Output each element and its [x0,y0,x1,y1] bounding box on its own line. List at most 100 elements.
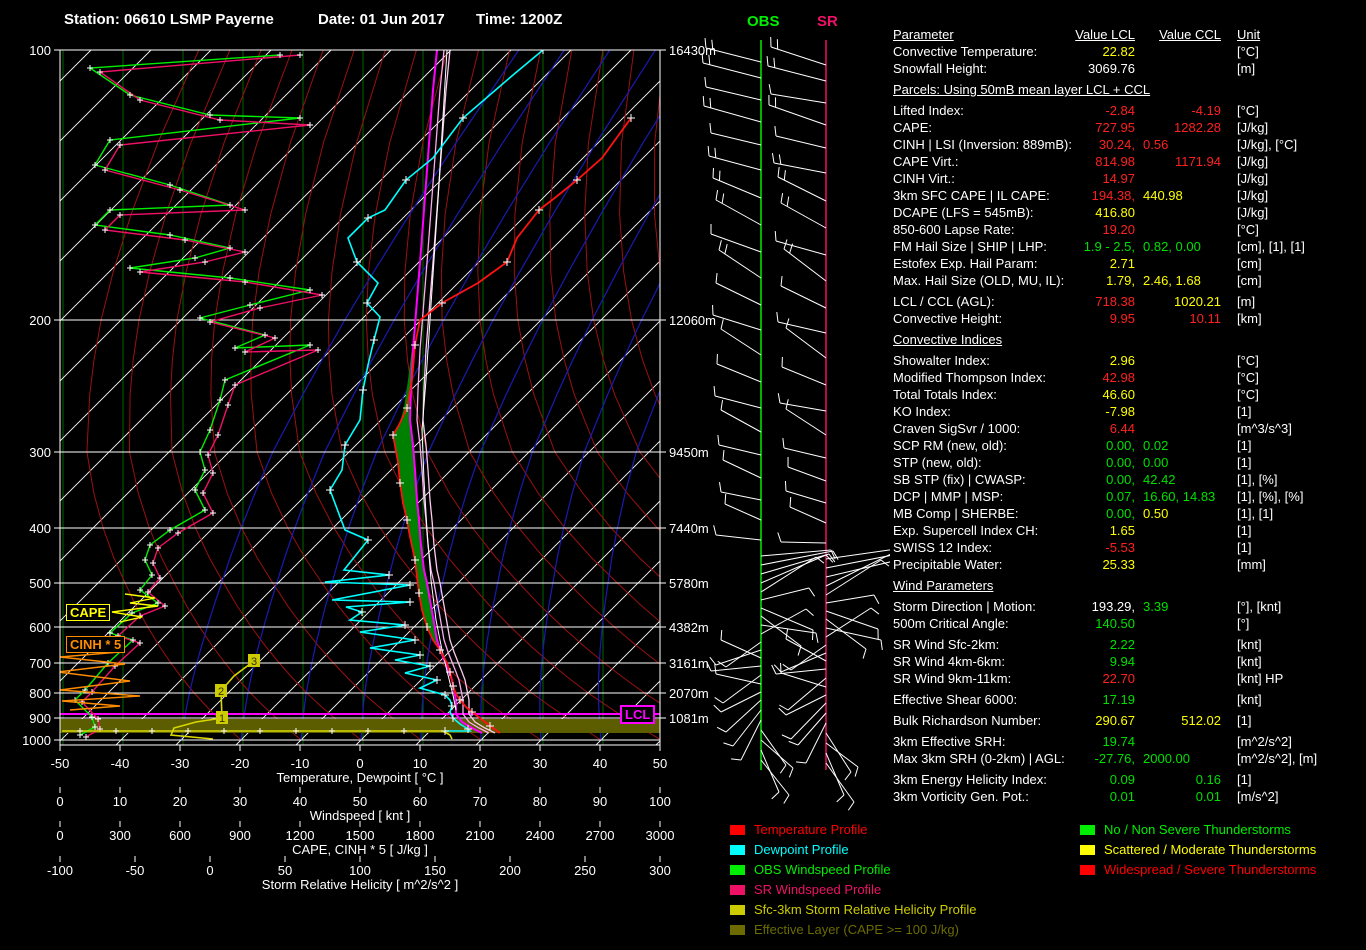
param-value-lcl: 22.70 [1102,671,1135,686]
param-unit: [knt] HP [1237,671,1284,686]
param-value-ccl [1135,557,1221,574]
table-row: KO Index: -7.98 [1] [893,404,1365,421]
pressure-tick-label: 800 [29,686,51,701]
param-label: 500m Critical Angle: [893,616,1009,631]
obs-column-label: OBS [744,14,783,29]
axis-tick-label: -30 [171,756,190,771]
axis-tick-label: 100 [649,794,671,809]
param-value-lcl: -7.98 [1105,404,1135,419]
legend-label: Sfc-3km Storm Relative Helicity Profile [754,902,977,917]
legend-swatch-icon [1080,825,1095,835]
legend-swatch-icon [730,905,745,915]
param-unit: [J/kg] [1237,120,1269,135]
col-value-lcl: Value LCL [1075,27,1135,42]
param-value-ccl [1135,540,1221,557]
axis-tick-label: 80 [533,794,547,809]
param-unit: [cm] [1237,256,1262,271]
param-label: DCAPE (LFS = 545mB): [893,205,1034,220]
param-value-lcl: 0.00, [1106,472,1135,487]
param-label: KO Index: [893,404,951,419]
pressure-tick-label: 400 [29,521,51,536]
param-unit: [m^3/s^3] [1237,421,1292,436]
col-parameter: Parameter [893,27,954,42]
axis-tick-label: 1500 [346,828,375,843]
axis-tick-label: 2100 [466,828,495,843]
param-value-lcl: 0.01 [1109,789,1135,804]
table-row: 3km Vorticity Gen. Pot.: 0.01 0.01 [m/s^2] [893,789,1365,806]
axis-tick-label: 1200 [286,828,315,843]
param-unit: [°] [1237,616,1250,631]
table-row: SWISS 12 Index: -5.53 [1] [893,540,1365,557]
table-row: Showalter Index: 2.96 [°C] [893,353,1365,370]
param-unit: [°C] [1237,222,1259,237]
table-row: 3km SFC CAPE | IL CAPE: 194.38, 440.98 [J/k… [893,188,1365,205]
param-value-ccl [1135,61,1221,78]
param-value-ccl [1135,353,1221,370]
altitude-tick-label: 4382m [669,620,709,635]
axis-tick-label: -20 [231,756,250,771]
altitude-tick-label: 3161m [669,656,709,671]
param-unit: [m] [1237,294,1256,309]
param-value-lcl: 2.96 [1109,353,1135,368]
param-unit: [1], [%] [1237,472,1278,487]
parameter-table: Parameter Value LCL Value CCL Unit Conve… [893,27,1365,806]
legend-swatch-icon [730,925,745,935]
param-label: Convective Temperature: [893,44,1038,59]
legend-label: Widespread / Severe Thunderstorms [1104,862,1317,877]
table-row: Bulk Richardson Number: 290.67 512.02 [1] [893,713,1365,730]
axis-tick-label: 60 [413,794,427,809]
axis-title: CAPE, CINH * 5 [ J/kg ] [292,842,428,857]
param-value-ccl: 0.56 [1143,137,1169,152]
axis-tick-label: 30 [233,794,247,809]
param-unit: [J/kg], [°C] [1237,137,1298,152]
param-label: Estofex Exp. Hail Param: [893,256,1038,271]
axis-tick-label: -50 [126,863,145,878]
param-value-lcl: 9.95 [1109,311,1135,326]
param-unit: [knt] [1237,654,1262,669]
skewt-chart: 123100 16430m200 12060m300 9450m400 7440m500… [22,36,890,892]
param-value-lcl: 0.00, [1106,506,1135,521]
axis-tick-label: 200 [499,863,521,878]
param-label: MB Comp | SHERBE: [893,506,1019,521]
param-unit: [°C] [1237,353,1259,368]
axis-tick-label: 70 [473,794,487,809]
param-label: CINH | LSI (Inversion: 889mB): [893,137,1072,152]
param-value-lcl: 42.98 [1102,370,1135,385]
param-value-lcl: 1.79, [1106,273,1135,288]
table-row: STP (new, old): 0.00, 0.00 [1] [893,455,1365,472]
param-value-lcl: 290.67 [1095,713,1135,728]
axis-tick-label: 10 [113,794,127,809]
param-unit: [°C] [1237,103,1259,118]
legend-label: OBS Windspeed Profile [754,862,891,877]
pressure-tick-label: 700 [29,656,51,671]
param-label: 3km Energy Helicity Index: [893,772,1047,787]
param-label: SR Wind Sfc-2km: [893,637,1000,652]
param-value-ccl [1135,671,1221,688]
param-value-ccl: 1020.21 [1174,294,1221,309]
param-value-lcl: 46.60 [1102,387,1135,402]
table-row: 3km Energy Helicity Index: 0.09 0.16 [1] [893,772,1365,789]
col-unit: Unit [1237,27,1261,42]
axis-title: Storm Relative Helicity [ m^2/s^2 ] [262,877,458,892]
param-value-lcl: 3069.76 [1088,61,1135,76]
param-value-ccl [1135,654,1221,671]
legend-swatch-icon [730,825,745,835]
param-label: SR Wind 4km-6km: [893,654,1005,669]
axis-tick-label: -10 [291,756,310,771]
legend-swatch-icon [1080,845,1095,855]
param-unit: [m] [1237,61,1256,76]
param-value-ccl: 512.02 [1181,713,1221,728]
param-label: CAPE Virt.: [893,154,959,169]
param-label: SR Wind 9km-11km: [893,671,1012,686]
param-value-lcl: 25.33 [1102,557,1135,572]
param-unit: [cm], [1], [1] [1237,239,1305,254]
altitude-tick-label: 2070m [669,686,709,701]
cape-profile-label: CAPE [66,604,111,621]
table-row: CINH | LSI (Inversion: 889mB): 30.24, 0.56… [893,137,1365,154]
param-label: Showalter Index: [893,353,990,368]
legend-swatch-icon [730,885,745,895]
param-label: Total Totals Index: [893,387,997,402]
param-value-ccl: 0.16 [1195,772,1221,787]
param-value-lcl: 416.80 [1095,205,1135,220]
altitude-tick-label: 1081m [669,711,709,726]
